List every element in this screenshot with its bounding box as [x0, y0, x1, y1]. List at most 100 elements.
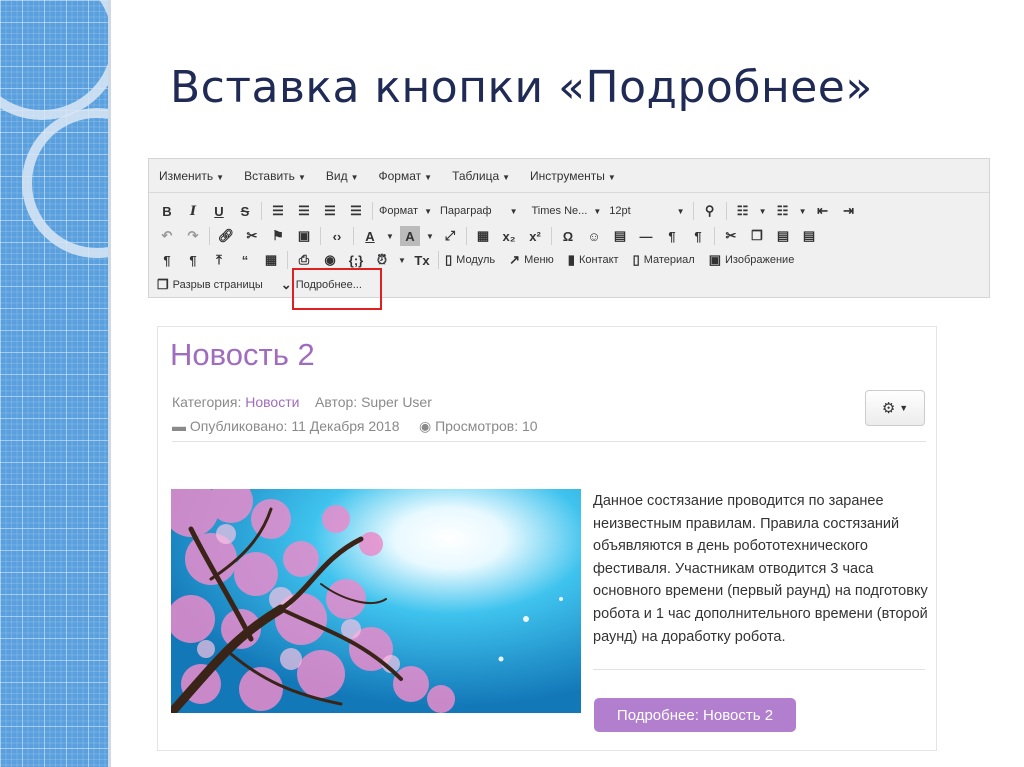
- toolbar-separator: [261, 202, 262, 220]
- indent-icon[interactable]: ⇥: [839, 201, 859, 221]
- caret-down-icon[interactable]: ▼: [398, 250, 406, 270]
- category-link[interactable]: Новости: [245, 394, 299, 410]
- code-sample-icon[interactable]: {;}: [346, 250, 366, 270]
- superscript-icon[interactable]: x²: [525, 226, 545, 246]
- strikethrough-icon[interactable]: S: [235, 201, 255, 221]
- paste-text-icon[interactable]: ▤: [799, 226, 819, 246]
- numbered-list-icon[interactable]: ☷: [773, 201, 793, 221]
- align-right-icon[interactable]: ☰: [320, 201, 340, 221]
- menu-insert[interactable]: Вставить ▼: [244, 169, 306, 183]
- toolbar-separator: [438, 251, 439, 269]
- image-icon[interactable]: ▣: [294, 226, 314, 246]
- category-label: Категория:: [172, 394, 242, 410]
- blockquote-icon[interactable]: “: [235, 250, 255, 270]
- code-icon[interactable]: ‹›: [327, 226, 347, 246]
- media-icon[interactable]: ▤: [610, 226, 630, 246]
- bold-icon[interactable]: B: [157, 201, 177, 221]
- toolbar-separator: [725, 202, 727, 220]
- caret-down-icon[interactable]: ▼: [426, 226, 434, 246]
- toolbar-separator: [551, 227, 552, 245]
- article-image: [171, 489, 581, 713]
- link-icon[interactable]: 🔗︎: [216, 226, 236, 246]
- fullscreen-icon[interactable]: ⤢: [440, 226, 460, 246]
- insert-module-button[interactable]: ▯ Модуль: [445, 252, 495, 268]
- rtl-icon[interactable]: ¶: [688, 226, 708, 246]
- slide-title: Вставка кнопки «Подробнее»: [170, 62, 873, 113]
- subscript-icon[interactable]: x₂: [499, 226, 519, 246]
- unlink-icon[interactable]: ✂: [242, 226, 262, 246]
- print-icon[interactable]: ⎙: [294, 250, 314, 270]
- emoticons-icon[interactable]: ☺: [584, 226, 604, 246]
- toolbar-separator: [209, 227, 210, 245]
- insert-menu-button[interactable]: ↗ Меню: [509, 252, 554, 268]
- ltr-icon[interactable]: ¶: [662, 226, 682, 246]
- text-color-icon[interactable]: A: [360, 226, 380, 246]
- article-title[interactable]: Новость 2: [170, 337, 315, 373]
- author-label: Автор: Super User: [315, 394, 432, 410]
- document-icon: ▯: [445, 252, 453, 267]
- font-size-select[interactable]: 12pt ▼: [609, 201, 684, 221]
- toolbar-separator: [692, 202, 694, 220]
- upload-icon[interactable]: ⤒: [209, 250, 229, 270]
- show-blocks-icon[interactable]: ¶: [183, 250, 203, 270]
- paragraph-select[interactable]: Параграф ▼: [440, 201, 517, 221]
- background-color-icon[interactable]: A: [400, 226, 420, 246]
- insert-contact-button[interactable]: ▮ Контакт: [568, 252, 619, 268]
- divider: [593, 669, 925, 670]
- italic-icon[interactable]: I: [183, 201, 203, 221]
- caret-down-icon: ▼: [607, 172, 616, 182]
- document-icon: ▯: [632, 252, 640, 267]
- bookmark-icon[interactable]: ⚑: [268, 226, 288, 246]
- caret-down-icon: ▼: [899, 403, 909, 413]
- insert-article-button[interactable]: ▯ Материал: [633, 252, 695, 268]
- caret-down-icon: ▼: [502, 172, 511, 182]
- align-left-icon[interactable]: ☰: [268, 201, 288, 221]
- gear-icon: ⚙: [881, 400, 896, 417]
- caret-down-icon: ▼: [297, 172, 306, 182]
- cut-icon[interactable]: ✂: [721, 226, 741, 246]
- article-options-button[interactable]: ⚙ ▼: [865, 390, 925, 426]
- template-icon[interactable]: ▦: [261, 250, 281, 270]
- insert-image-button[interactable]: ▣ Изображение: [709, 252, 795, 268]
- toolbar-separator: [372, 202, 373, 220]
- format-select[interactable]: Формат ▼: [379, 201, 432, 221]
- menu-edit[interactable]: Изменить ▼: [159, 169, 224, 183]
- special-char-icon[interactable]: Ω: [558, 226, 578, 246]
- find-replace-icon[interactable]: ⚲: [700, 201, 720, 221]
- underline-icon[interactable]: U: [209, 201, 229, 221]
- bullet-list-icon[interactable]: ☷: [733, 201, 753, 221]
- horizontal-rule-icon[interactable]: —: [636, 226, 656, 246]
- menu-tools[interactable]: Инструменты ▼: [530, 169, 616, 183]
- editor-menubar: Изменить ▼ Вставить ▼ Вид ▼ Формат ▼ Таблица…: [149, 159, 989, 193]
- align-justify-icon[interactable]: ☰: [346, 201, 366, 221]
- copy-icon[interactable]: ❐: [747, 226, 767, 246]
- menu-format[interactable]: Формат ▼: [379, 169, 433, 183]
- menu-view[interactable]: Вид ▼: [326, 169, 359, 183]
- page-break-button[interactable]: ❐ Разрыв страницы: [157, 277, 263, 293]
- align-center-icon[interactable]: ☰: [294, 201, 314, 221]
- decorative-ring: [22, 108, 108, 258]
- outdent-icon[interactable]: ⇤: [813, 201, 833, 221]
- clear-format-icon[interactable]: Tx: [412, 250, 432, 270]
- menu-table[interactable]: Таблица ▼: [452, 169, 510, 183]
- preview-icon[interactable]: ◉: [320, 250, 340, 270]
- caret-down-icon: ▼: [676, 206, 685, 216]
- font-family-select[interactable]: Times Ne... ▼: [531, 201, 601, 221]
- caret-down-icon[interactable]: ▼: [799, 201, 807, 221]
- caret-down-icon: ▼: [216, 172, 225, 182]
- undo-icon[interactable]: ↶: [157, 226, 177, 246]
- article-body-text: Данное состязание проводится по заранее …: [593, 493, 928, 645]
- read-more-button[interactable]: Подробнее: Новость 2: [594, 698, 796, 732]
- editor-toolbar: Изменить ▼ Вставить ▼ Вид ▼ Формат ▼ Таблица…: [148, 158, 990, 298]
- redo-icon[interactable]: ↷: [183, 226, 203, 246]
- table-icon[interactable]: ▦: [473, 226, 493, 246]
- datetime-icon[interactable]: ⏰︎: [372, 250, 392, 270]
- paragraph-icon[interactable]: ¶: [157, 250, 177, 270]
- caret-down-icon[interactable]: ▼: [386, 226, 394, 246]
- divider: [172, 441, 926, 442]
- decorative-grid-strip: [0, 0, 108, 767]
- caret-down-icon[interactable]: ▼: [759, 201, 767, 221]
- eye-icon: ◉: [418, 418, 432, 434]
- paste-icon[interactable]: ▤: [773, 226, 793, 246]
- views-count: Просмотров: 10: [435, 418, 538, 434]
